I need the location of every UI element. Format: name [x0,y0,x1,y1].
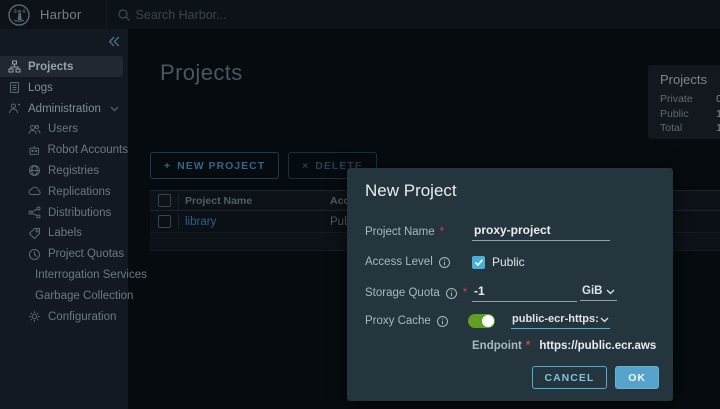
sidebar-item-label: Logs [28,82,53,94]
public-checkbox-label: Public [492,255,525,269]
sidebar-item-label: Robot Accounts [47,144,128,156]
sidebar-item-label: Project Quotas [48,248,124,260]
access-level-row: Access Level Public [365,255,659,269]
storage-quota-row: Storage Quota * GiB [365,284,659,302]
project-name-label: Project Name * [365,226,472,238]
project-name-row: Project Name * [365,223,659,241]
column-header-project-name[interactable]: Project Name [185,195,252,207]
sidebar-collapse-icon[interactable] [108,36,120,47]
administration-icon [8,102,21,115]
summary-row-public: Public 1 [660,107,720,122]
sidebar-item-label: Interrogation Services [35,269,147,281]
project-quotas-icon [28,248,41,261]
required-marker: * [526,340,530,352]
info-icon[interactable] [436,315,449,328]
chevron-down-icon [600,317,609,323]
sidebar-item-users[interactable]: Users [0,119,128,140]
check-icon [474,258,484,267]
required-marker: * [463,287,467,299]
global-search [117,8,720,22]
new-project-modal: New Project Project Name * Access Level … [347,168,673,401]
cancel-button[interactable]: CANCEL [532,366,608,389]
proxy-cache-row: Proxy Cache public-ecr-https://put [365,313,659,329]
users-icon [28,123,41,136]
sidebar: Projects Logs Administration Users [0,29,128,409]
summary-row-private: Private 0 [660,92,720,107]
configuration-icon [28,310,41,323]
project-name-input[interactable] [472,223,610,241]
storage-quota-input[interactable] [472,284,577,302]
sidebar-item-label: Garbage Collection [35,290,133,302]
sidebar-item-robot-accounts[interactable]: Robot Accounts [0,140,128,161]
ok-button[interactable]: OK [615,366,659,389]
proxy-cache-label: Proxy Cache [365,315,472,328]
labels-icon [28,227,41,240]
modal-actions: CANCEL OK [532,366,660,389]
endpoint-label: Endpoint * [472,340,530,352]
header-divider [106,0,107,29]
chevron-down-icon [606,289,615,295]
access-level-label: Access Level [365,256,472,269]
sidebar-item-interrogation-services[interactable]: Interrogation Services [0,265,128,286]
sidebar-item-label: Projects [28,61,73,73]
projects-toolbar: + NEW PROJECT × DELETE [150,152,377,179]
sidebar-item-distributions[interactable]: Distributions [0,202,128,223]
row-checkbox[interactable] [158,215,171,228]
search-icon [117,8,131,22]
registries-icon [28,164,41,177]
proxy-cache-toggle[interactable] [468,314,495,328]
sidebar-item-label: Distributions [48,207,111,219]
required-marker: * [440,226,444,238]
sidebar-item-label: Labels [48,227,82,239]
projects-icon [8,60,21,73]
sidebar-item-garbage-collection[interactable]: Garbage Collection [0,285,128,306]
toggle-knob [482,315,494,327]
sidebar-item-label: Replications [48,186,111,198]
sidebar-item-registries[interactable]: Registries [0,161,128,182]
sidebar-item-project-quotas[interactable]: Project Quotas [0,244,128,265]
proxy-registry-select[interactable]: public-ecr-https://put [511,313,610,329]
modal-title: New Project [365,181,457,201]
harbor-logo-icon [8,4,30,26]
x-icon: × [302,160,309,172]
sidebar-item-label: Registries [48,165,99,177]
select-all-checkbox[interactable] [158,194,171,207]
column-divider [178,214,179,229]
projects-summary-card: Projects Private 0 Public 1 Total 1 [648,65,720,139]
distributions-icon [28,206,41,219]
endpoint-value: https://public.ecr.aws [539,340,656,352]
column-divider [178,194,179,207]
app-header: Harbor [0,0,720,29]
sidebar-item-logs[interactable]: Logs [0,77,128,98]
info-icon[interactable] [445,287,458,300]
page-title: Projects [160,60,243,86]
sidebar-item-projects[interactable]: Projects [0,56,123,77]
sidebar-item-label: Users [48,123,78,135]
robot-icon [28,144,40,157]
info-icon[interactable] [438,256,451,269]
summary-card-title: Projects [660,72,720,87]
public-checkbox[interactable] [472,256,485,269]
sidebar-item-administration[interactable]: Administration [0,98,128,119]
sidebar-item-label: Configuration [48,311,116,323]
chevron-down-icon [110,106,119,112]
endpoint-row: Endpoint * https://public.ecr.aws [472,340,659,352]
plus-icon: + [164,160,171,172]
sidebar-nav: Projects Logs Administration Users [0,56,128,327]
sidebar-item-label: Administration [28,103,101,115]
sidebar-item-replications[interactable]: Replications [0,181,128,202]
sidebar-item-configuration[interactable]: Configuration [0,306,128,327]
replications-icon [28,185,41,198]
search-input[interactable] [136,8,720,22]
sidebar-item-labels[interactable]: Labels [0,223,128,244]
summary-row-total: Total 1 [660,121,720,136]
project-name-link[interactable]: library [185,216,216,228]
storage-quota-label: Storage Quota * [365,287,472,300]
new-project-button[interactable]: + NEW PROJECT [150,152,279,179]
logs-icon [8,81,21,94]
storage-unit-select[interactable]: GiB [580,285,617,301]
brand-title: Harbor [40,7,82,22]
